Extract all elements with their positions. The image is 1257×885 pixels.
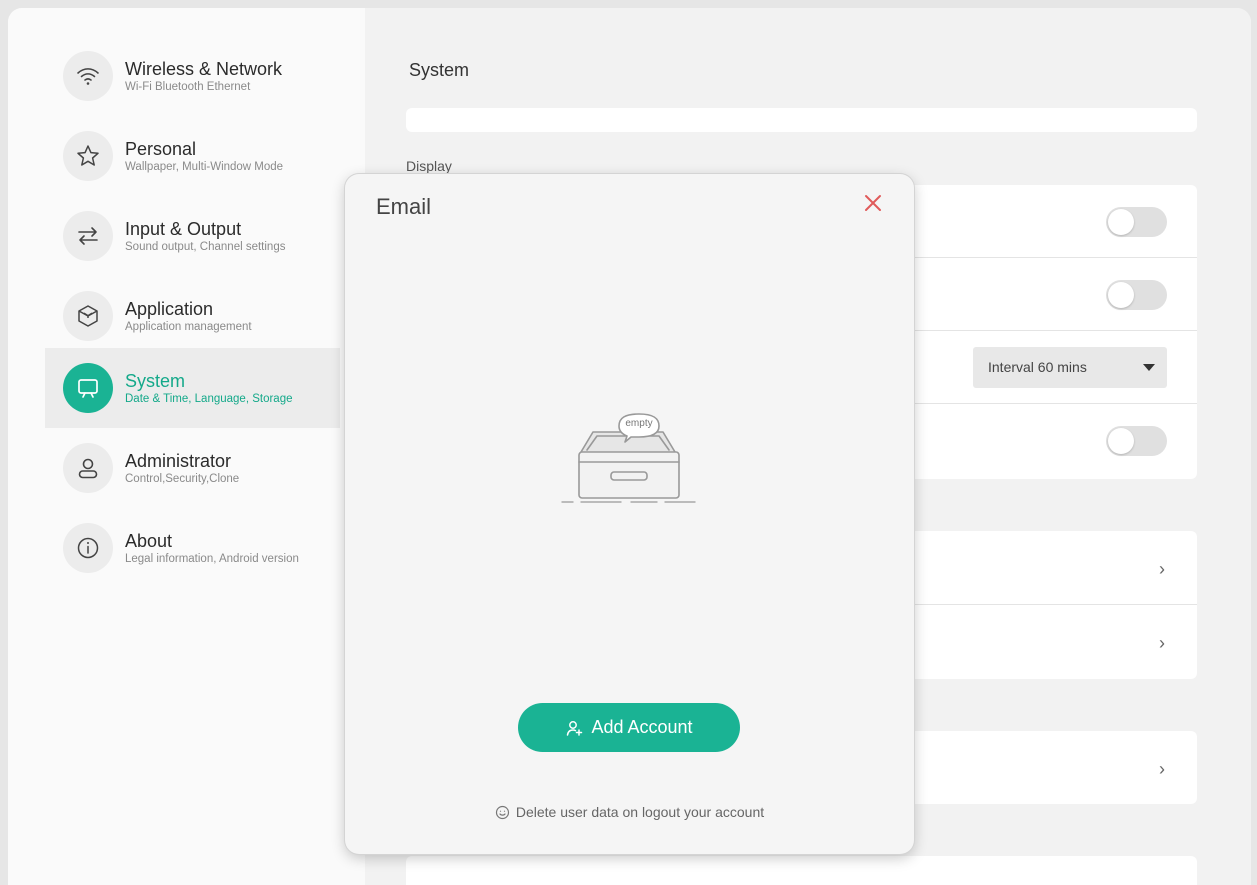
sidebar-item-application[interactable]: Application Application management (45, 276, 340, 356)
add-account-label: Add Account (591, 717, 693, 737)
toggle-switch[interactable] (1106, 207, 1167, 237)
empty-inbox-illustration: empty (559, 410, 699, 510)
info-icon (63, 523, 113, 573)
footnote-text: Delete user data on logout your account (515, 804, 765, 820)
sidebar-item-title: Personal (125, 139, 197, 159)
sidebar-item-input-output[interactable]: Input & Output Sound output, Channel set… (45, 196, 340, 276)
sidebar-item-subtitle: Wi-Fi Bluetooth Ethernet (125, 81, 251, 93)
interval-dropdown[interactable]: Interval 60 mins (973, 347, 1167, 388)
email-dialog: Email empty Add Account Delete user data… (345, 174, 914, 854)
add-user-icon (567, 720, 583, 736)
presentation-screen-icon (63, 363, 113, 413)
toggle-switch[interactable] (1106, 280, 1167, 310)
swap-arrows-icon (63, 211, 113, 261)
sidebar-item-about[interactable]: About Legal information, Android version (45, 508, 340, 588)
page-title: System (409, 60, 470, 80)
add-account-button[interactable]: Add Account (518, 703, 740, 752)
chevron-right-icon: › (1159, 559, 1165, 579)
dropdown-value: Interval 60 mins (988, 359, 1087, 375)
sidebar-item-subtitle: Control,Security,Clone (125, 473, 240, 485)
sidebar-item-subtitle: Date & Time, Language, Storage (125, 393, 293, 405)
smiley-icon (495, 805, 509, 819)
chevron-right-icon: › (1159, 633, 1165, 653)
sidebar-item-title: Input & Output (125, 219, 242, 239)
toggle-switch[interactable] (1106, 426, 1167, 456)
close-icon[interactable] (862, 192, 884, 214)
sidebar-item-title: System (125, 371, 186, 391)
section-label-display: Display (406, 158, 452, 174)
caret-down-icon (1143, 364, 1155, 371)
settings-card-top (406, 108, 1197, 132)
sidebar-item-title: Administrator (125, 451, 232, 471)
settings-card-bottom (406, 856, 1197, 885)
sidebar-item-title: About (125, 531, 173, 551)
user-icon (63, 443, 113, 493)
empty-label: empty (625, 418, 653, 429)
sidebar-item-system[interactable]: System Date & Time, Language, Storage (45, 348, 340, 428)
cube-icon (63, 291, 113, 341)
sidebar-item-subtitle: Legal information, Android version (125, 553, 299, 565)
chevron-right-icon: › (1159, 759, 1165, 779)
star-icon (63, 131, 113, 181)
sidebar-item-title: Application (125, 299, 214, 319)
logout-data-note[interactable]: Delete user data on logout your account (345, 804, 914, 820)
sidebar-item-personal[interactable]: Personal Wallpaper, Multi-Window Mode (45, 116, 340, 196)
sidebar-item-wireless-network[interactable]: Wireless & Network Wi-Fi Bluetooth Ether… (45, 36, 340, 116)
sidebar-item-subtitle: Wallpaper, Multi-Window Mode (125, 161, 284, 173)
sidebar-item-administrator[interactable]: Administrator Control,Security,Clone (45, 428, 340, 508)
wifi-icon (63, 51, 113, 101)
dialog-title: Email (376, 194, 432, 219)
sidebar: Wireless & Network Wi-Fi Bluetooth Ether… (8, 8, 365, 885)
sidebar-item-subtitle: Application management (125, 321, 252, 333)
sidebar-item-title: Wireless & Network (125, 59, 283, 79)
sidebar-item-subtitle: Sound output, Channel settings (125, 241, 286, 253)
